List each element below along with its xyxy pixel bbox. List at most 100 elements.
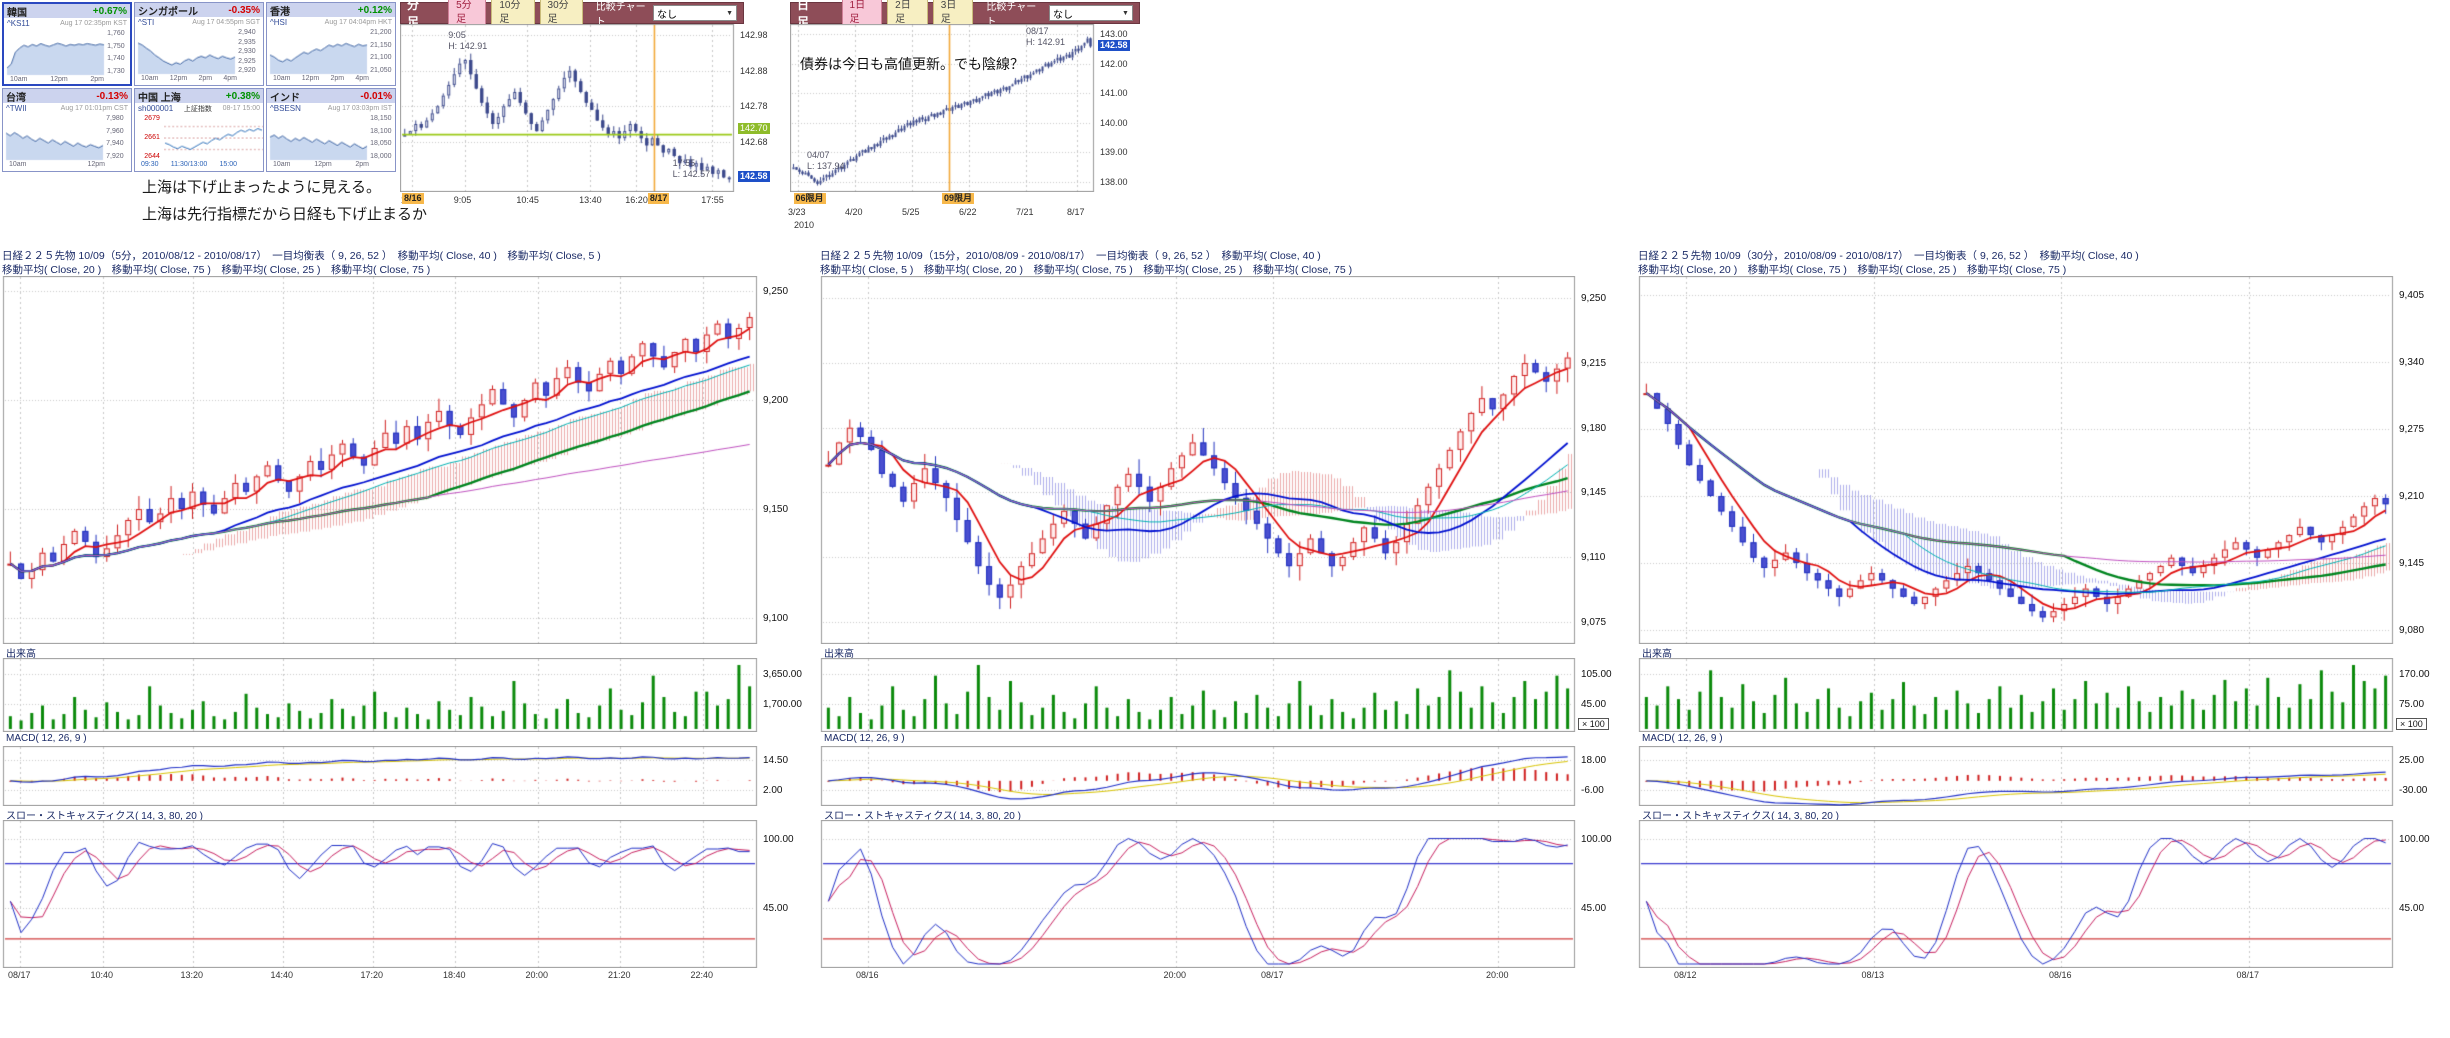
market-tile[interactable]: 中国 上海 +0.38% sh000001 上証指数08-17 15:00 26… (134, 88, 264, 172)
market-xaxis: 10am12pm2pm4pm (267, 75, 395, 84)
market-timestamp: Aug 17 03:03pm IST (328, 105, 392, 112)
volume-axis-label: 170.00 (2399, 669, 2430, 680)
market-tile-subheader: ^BSESN Aug 17 03:03pm IST (267, 103, 395, 114)
stochastics-axis-label: 100.00 (763, 834, 794, 845)
market-sparkline (269, 115, 368, 161)
note-line-1: 上海は下げ止まったように見える。 (142, 174, 427, 201)
volume-multiplier: × 100 (1578, 718, 1609, 730)
market-tile[interactable]: インド -0.01% ^BSESN Aug 17 03:03pm IST 18,… (266, 88, 396, 172)
price-axis-label: 9,150 (763, 504, 788, 515)
market-change: +0.38% (226, 91, 260, 102)
market-yaxis: 1,7601,7501,7401,730 (105, 29, 130, 76)
macd-chart: 25.00-30.00 (1638, 746, 2450, 806)
price-axis-label: 142.88 (740, 66, 768, 77)
compare-chart-value: なし (657, 6, 677, 21)
compare-chart-select[interactable]: なし ▼ (1049, 5, 1133, 21)
bond-comment: 債券は今日も高値更新。でも陰線？ (800, 54, 1024, 74)
time-axis-label: 20:00 (1486, 970, 1509, 980)
compare-chart-select[interactable]: なし ▼ (653, 5, 737, 21)
market-chart: 2,9402,9352,9302,9252,920 (135, 28, 263, 75)
market-tile[interactable]: シンガポール -0.35% ^STI Aug 17 04:55pm SGT 2,… (134, 2, 264, 86)
high-annotation: 08/17 H: 142.91 (1026, 26, 1065, 48)
market-yaxis: 7,9807,9607,9407,920 (104, 114, 131, 161)
market-symbol: ^BSESN (270, 104, 301, 113)
market-xaxis: 09:3011:30/13:0015:00 (135, 161, 263, 170)
volume-chart-canvas[interactable] (820, 658, 1632, 732)
contract-month-marker: 06限月 (794, 193, 826, 204)
market-tile-header: 中国 上海 +0.38% (135, 89, 263, 103)
trading-workspace: 韓国 +0.67% ^KS11 Aug 17 02:35pm KST 1,760… (0, 0, 2450, 1038)
panel-title-line2: 移動平均( Close, 20 ) 移動平均( Close, 75 ) 移動平均… (2, 262, 814, 276)
market-tile[interactable]: 台湾 -0.13% ^TWII Aug 17 01:01pm CST 7,980… (2, 88, 132, 172)
stochastics-chart-canvas[interactable] (1638, 820, 2450, 968)
time-axis-label: 10:40 (91, 970, 114, 980)
macd-label: MACD( 12, 26, 9 ) (2, 732, 814, 746)
volume-axis-label: 45.00 (1581, 699, 1606, 710)
market-name: 中国 上海 (138, 89, 181, 104)
macd-axis-label: 18.00 (1581, 755, 1606, 766)
price-axis-label: 9,145 (2399, 558, 2424, 569)
stochastics-axis-label: 45.00 (763, 903, 788, 914)
price-axis-label: 9,075 (1581, 617, 1606, 628)
time-axis-label: 13:40 (579, 195, 602, 205)
volume-chart-canvas[interactable] (1638, 658, 2450, 732)
market-sparkline (164, 115, 263, 161)
market-symbol: ^STI (138, 18, 154, 27)
date-axis-label: 5/25 (902, 207, 920, 217)
stochastics-chart: 100.0045.00 (1638, 820, 2450, 968)
market-xaxis: 10am12pm (3, 161, 131, 170)
stochastics-axis-label: 45.00 (1581, 903, 1606, 914)
price-axis-label: 142.00 (1100, 59, 1128, 70)
price-axis-label: 138.00 (1100, 177, 1128, 188)
market-tile-header: 韓国 +0.67% (4, 4, 130, 18)
market-name: インド (270, 89, 300, 104)
price-axis-label: 9,100 (763, 613, 788, 624)
time-axis-label: 08/16 (856, 970, 879, 980)
price-axis-label: 9,080 (2399, 625, 2424, 636)
market-tile-subheader: ^KS11 Aug 17 02:35pm KST (4, 18, 130, 29)
stochastics-chart-canvas[interactable] (820, 820, 1632, 968)
price-axis-label: 9,180 (1581, 423, 1606, 434)
market-tile[interactable]: 香港 +0.12% ^HSI Aug 17 04:04pm HKT 21,200… (266, 2, 396, 86)
market-chart: 18,15018,10018,05018,000 (267, 114, 395, 161)
stochastics-axis-label: 100.00 (2399, 834, 2430, 845)
price-axis-label: 142.78 (740, 101, 768, 112)
price-chart-canvas[interactable] (2, 276, 814, 644)
time-axis-label: 14:40 (271, 970, 294, 980)
market-tile-subheader: ^TWII Aug 17 01:01pm CST (3, 103, 131, 114)
macd-chart-canvas[interactable] (1638, 746, 2450, 806)
stochastics-label: スロー・ストキャスティクス( 14, 3, 80, 20 ) (2, 806, 814, 820)
market-sparkline (5, 115, 104, 161)
volume-chart-canvas[interactable] (2, 658, 814, 732)
macd-axis-label: 25.00 (2399, 755, 2424, 766)
stochastics-chart-canvas[interactable] (2, 820, 814, 968)
daily-chart-card: 日 足 1日足 2日足 3日足 比較チャート なし ▼ 債券は今日も高値更新。で… (790, 2, 1140, 232)
low-annotation: 17:55 L: 142.57 (673, 158, 711, 180)
market-name: シンガポール (138, 3, 198, 18)
volume-label: 出来高 (820, 644, 1632, 658)
volume-label: 出来高 (1638, 644, 2450, 658)
price-chart-canvas[interactable] (1638, 276, 2450, 644)
market-timestamp: Aug 17 01:01pm CST (61, 105, 128, 112)
commentary-note: 上海は下げ止まったように見える。 上海は先行指標だから日経も下げ止まるか (142, 174, 427, 228)
panel-title-line1: 日経２２５先物 10/09（5分，2010/08/12 - 2010/08/17… (2, 248, 814, 262)
market-symbol: ^HSI (270, 18, 287, 27)
price-chart-canvas[interactable] (820, 276, 1632, 644)
panel-title-line2: 移動平均( Close, 5 ) 移動平均( Close, 20 ) 移動平均(… (820, 262, 1632, 276)
macd-chart-canvas[interactable] (820, 746, 1632, 806)
volume-axis-label: 3,650.00 (763, 669, 802, 680)
macd-chart-canvas[interactable] (2, 746, 814, 806)
market-tile-header: シンガポール -0.35% (135, 3, 263, 17)
time-axis-label: 20:00 (1164, 970, 1187, 980)
market-xaxis: 10am12pm2pm4pm (135, 75, 263, 84)
macd-axis-label: 14.50 (763, 755, 788, 766)
time-axis-label: 22:40 (691, 970, 714, 980)
current-price-label: 142.58 (1098, 40, 1130, 51)
time-axis: 08/1620:0008/1720:00 (820, 968, 1632, 984)
market-symbol: ^TWII (6, 104, 27, 113)
volume-axis-label: 1,700.00 (763, 699, 802, 710)
market-tile[interactable]: 韓国 +0.67% ^KS11 Aug 17 02:35pm KST 1,760… (2, 2, 132, 86)
market-change: -0.13% (96, 91, 128, 102)
market-tile-header: インド -0.01% (267, 89, 395, 103)
minute-chart-card: 分 足 5分足 10分足 30分足 比較チャート なし ▼ 142.98142.… (400, 2, 778, 208)
